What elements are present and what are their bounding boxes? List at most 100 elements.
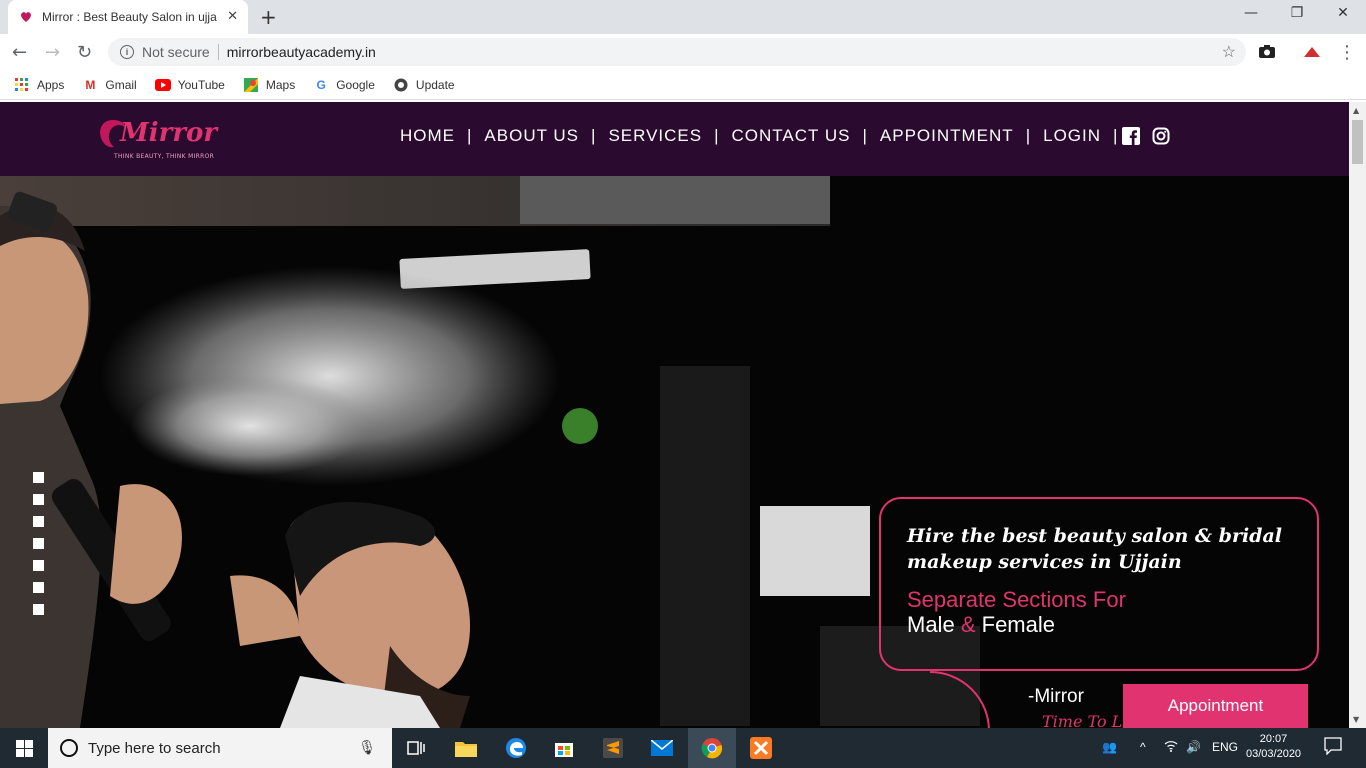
bookmark-star-icon[interactable]: ☆ (1222, 42, 1236, 62)
windows-taskbar: Type here to search 🎙 👥 ^ 🔊 ENG 20:07 03… (0, 728, 1366, 768)
main-nav: HOME | ABOUT US | SERVICES | CONTACT US … (388, 126, 1170, 146)
gmail-icon: M (85, 77, 96, 92)
clock[interactable]: 20:07 03/03/2020 (1246, 732, 1301, 762)
nav-services[interactable]: SERVICES (596, 126, 714, 146)
nav-divider: | (1113, 126, 1119, 145)
scroll-thumb[interactable] (1352, 120, 1363, 164)
page-viewport: Mirror THINK BEAUTY, THINK MIRROR HOME |… (0, 102, 1349, 728)
nav-login[interactable]: LOGIN (1031, 126, 1113, 146)
tab-title: Mirror : Best Beauty Salon in ujjain (42, 10, 217, 24)
bookmark-update[interactable]: Update (393, 77, 455, 93)
appointment-button[interactable]: Appointment (1123, 684, 1308, 728)
wifi-icon[interactable] (1164, 740, 1178, 755)
slider-dot[interactable] (33, 538, 44, 549)
bookmark-label: Gmail (105, 77, 137, 92)
chrome-taskbar-icon[interactable] (688, 728, 736, 768)
scroll-down-icon[interactable]: ▼ (1353, 715, 1359, 724)
people-icon[interactable]: 👥 (1102, 740, 1117, 754)
file-explorer-icon[interactable] (454, 736, 478, 760)
youtube-icon (154, 77, 171, 93)
chrome-menu-icon[interactable]: ⋮ (1338, 42, 1356, 63)
new-tab-button[interactable]: + (260, 5, 277, 29)
windows-start-icon[interactable] (0, 728, 48, 768)
bookmarks-bar: Apps M Gmail YouTube Maps G Google Updat… (0, 70, 1366, 100)
promo-gender-line: Male & Female (907, 613, 1291, 637)
microphone-icon[interactable]: 🎙 (358, 739, 376, 756)
browser-tab-bar: Mirror : Best Beauty Salon in ujjain ✕ +… (0, 0, 1366, 34)
promo-headline: Hire the best beauty salon & bridal make… (907, 525, 1282, 573)
site-logo[interactable]: Mirror THINK BEAUTY, THINK MIRROR (98, 116, 218, 162)
browser-tab[interactable]: Mirror : Best Beauty Salon in ujjain ✕ (8, 0, 248, 34)
slider-dot[interactable] (33, 560, 44, 571)
info-icon[interactable]: i (120, 45, 134, 59)
mirror-favicon-icon (18, 9, 34, 25)
promo-amp: & (960, 612, 976, 637)
logo-tagline: THINK BEAUTY, THINK MIRROR (114, 153, 215, 160)
xampp-icon[interactable] (749, 736, 773, 760)
tab-close-icon[interactable]: ✕ (227, 9, 238, 24)
extension-icon[interactable] (1302, 43, 1322, 64)
slider-dots (33, 472, 44, 626)
promo-female: Female (981, 612, 1055, 637)
taskbar-search-box[interactable]: Type here to search 🎙 (48, 728, 392, 768)
slider-dot[interactable] (33, 582, 44, 593)
bookmark-label: Apps (37, 77, 65, 92)
address-bar-row: ← → ↻ i Not secure mirrorbeautyacademy.i… (0, 34, 1366, 70)
bookmark-apps[interactable]: Apps (14, 77, 64, 93)
tray-chevron-icon[interactable]: ^ (1140, 740, 1146, 754)
slider-dot[interactable] (33, 494, 44, 505)
nav-about-us[interactable]: ABOUT US (472, 126, 591, 146)
hero-promo-card: Hire the best beauty salon & bridal make… (879, 497, 1319, 671)
nav-contact-us[interactable]: CONTACT US (720, 126, 863, 146)
nav-appointment[interactable]: APPOINTMENT (868, 126, 1026, 146)
minimize-icon[interactable]: — (1228, 5, 1274, 21)
promo-subheading: Separate Sections For (907, 587, 1126, 612)
edge-icon[interactable] (504, 736, 528, 760)
mail-icon[interactable] (650, 736, 674, 760)
instagram-icon[interactable] (1152, 127, 1170, 145)
bookmark-google[interactable]: G Google (313, 77, 375, 93)
back-icon[interactable]: ← (12, 42, 27, 63)
restore-icon[interactable]: ❐ (1274, 5, 1320, 21)
store-icon[interactable] (552, 736, 576, 760)
social-links (1122, 127, 1170, 145)
clock-time: 20:07 (1259, 733, 1288, 745)
slider-dot[interactable] (33, 516, 44, 527)
google-icon: G (316, 77, 326, 92)
omnibox[interactable]: i Not secure mirrorbeautyacademy.in ☆ (108, 38, 1246, 66)
signature-subline: Time To L (1042, 712, 1123, 728)
volume-icon[interactable]: 🔊 (1186, 740, 1201, 754)
bookmark-label: Maps (265, 77, 296, 92)
close-window-icon[interactable]: ✕ (1320, 5, 1366, 21)
forward-icon[interactable]: → (45, 42, 60, 63)
bookmark-label: Update (415, 77, 455, 92)
hero-slider: Hire the best beauty salon & bridal make… (0, 176, 1349, 728)
bookmark-maps[interactable]: Maps (243, 77, 295, 93)
signature: -Mirror (1028, 686, 1084, 707)
update-icon (393, 77, 409, 93)
facebook-icon[interactable] (1122, 127, 1141, 145)
bookmark-label: YouTube (177, 77, 225, 92)
site-header: Mirror THINK BEAUTY, THINK MIRROR HOME |… (0, 102, 1349, 176)
slider-dot[interactable] (33, 472, 44, 483)
slider-dot[interactable] (33, 604, 44, 615)
apps-grid-icon (14, 77, 30, 93)
nav-home[interactable]: HOME (388, 126, 467, 146)
promo-male: Male (907, 612, 955, 637)
page-scrollbar[interactable]: ▲ ▼ (1349, 102, 1366, 728)
clock-date: 03/03/2020 (1246, 748, 1302, 760)
task-view-icon[interactable] (404, 736, 428, 760)
url-text[interactable]: mirrorbeautyacademy.in (227, 44, 376, 60)
omnibox-divider (217, 44, 219, 60)
bookmark-youtube[interactable]: YouTube (154, 77, 225, 93)
bookmark-label: Google (336, 77, 375, 92)
bookmark-gmail[interactable]: M Gmail (82, 77, 136, 93)
camera-icon[interactable] (1258, 43, 1276, 64)
language-indicator[interactable]: ENG (1212, 740, 1238, 754)
logo-text: Mirror (120, 118, 218, 148)
cortana-icon (60, 739, 78, 757)
reload-icon[interactable]: ↻ (77, 42, 92, 63)
notifications-icon[interactable] (1324, 737, 1342, 758)
scroll-up-icon[interactable]: ▲ (1353, 106, 1359, 115)
sublime-text-icon[interactable] (601, 736, 625, 760)
